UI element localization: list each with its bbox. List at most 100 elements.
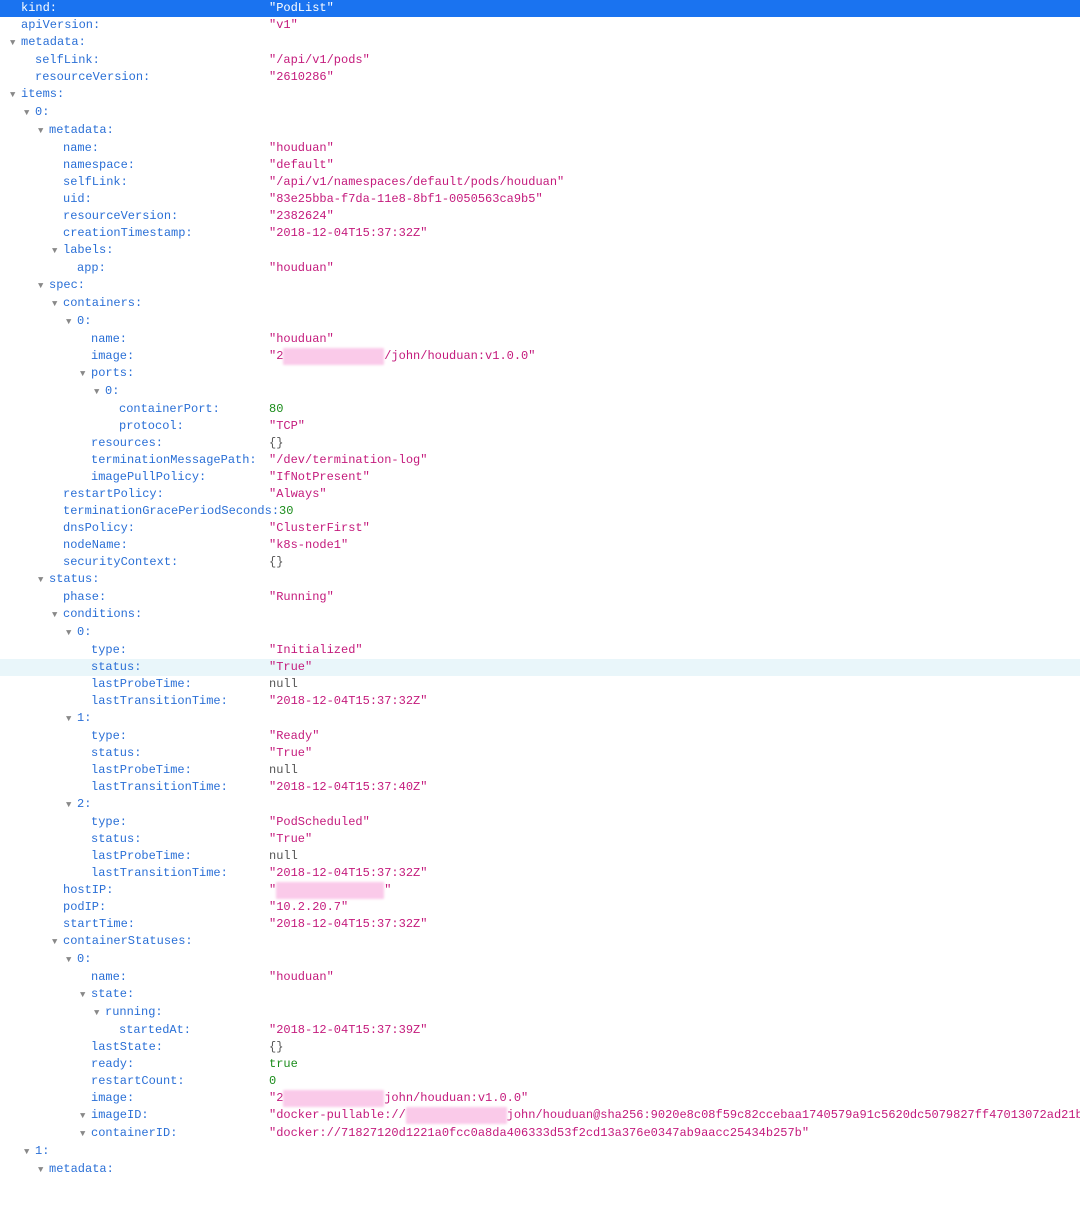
expand-toggle-icon[interactable] bbox=[80, 987, 90, 1004]
tree-row[interactable]: containerPort:80 bbox=[0, 401, 1080, 418]
expand-toggle-icon[interactable] bbox=[80, 1126, 90, 1143]
expand-toggle-icon[interactable] bbox=[10, 87, 20, 104]
tree-row[interactable]: items: bbox=[0, 86, 1080, 104]
tree-row[interactable]: dnsPolicy:"ClusterFirst" bbox=[0, 520, 1080, 537]
tree-row[interactable]: state: bbox=[0, 986, 1080, 1004]
tree-row[interactable]: terminationMessagePath:"/dev/termination… bbox=[0, 452, 1080, 469]
expand-toggle-icon[interactable] bbox=[66, 711, 76, 728]
tree-row[interactable]: type:"Ready" bbox=[0, 728, 1080, 745]
tree-row[interactable]: nodeName:"k8s-node1" bbox=[0, 537, 1080, 554]
tree-row[interactable]: lastTransitionTime:"2018-12-04T15:37:32Z… bbox=[0, 693, 1080, 710]
tree-row[interactable]: protocol:"TCP" bbox=[0, 418, 1080, 435]
value-str: "/api/v1/pods" bbox=[269, 53, 370, 67]
tree-row[interactable]: name:"houduan" bbox=[0, 969, 1080, 986]
tree-row[interactable]: status: bbox=[0, 571, 1080, 589]
expand-toggle-icon[interactable] bbox=[66, 797, 76, 814]
tree-row[interactable]: phase:"Running" bbox=[0, 589, 1080, 606]
tree-row[interactable]: type:"PodScheduled" bbox=[0, 814, 1080, 831]
expand-toggle-icon[interactable] bbox=[38, 123, 48, 140]
tree-row[interactable]: 0: bbox=[0, 383, 1080, 401]
tree-row[interactable]: hostIP:"100.100.100.100" bbox=[0, 882, 1080, 899]
tree-row[interactable]: resources:{} bbox=[0, 435, 1080, 452]
tree-row[interactable]: lastProbeTime:null bbox=[0, 762, 1080, 779]
tree-row[interactable]: kind:"PodList" bbox=[0, 0, 1080, 17]
tree-row[interactable]: ports: bbox=[0, 365, 1080, 383]
tree-row[interactable]: lastTransitionTime:"2018-12-04T15:37:32Z… bbox=[0, 865, 1080, 882]
tree-row[interactable]: startTime:"2018-12-04T15:37:32Z" bbox=[0, 916, 1080, 933]
tree-row[interactable]: restartCount:0 bbox=[0, 1073, 1080, 1090]
expand-toggle-icon[interactable] bbox=[66, 952, 76, 969]
tree-row[interactable]: metadata: bbox=[0, 122, 1080, 140]
expand-toggle-icon[interactable] bbox=[66, 625, 76, 642]
tree-row[interactable]: 0: bbox=[0, 313, 1080, 331]
tree-row[interactable]: restartPolicy:"Always" bbox=[0, 486, 1080, 503]
tree-row[interactable]: running: bbox=[0, 1004, 1080, 1022]
tree-row[interactable]: containerID:"docker://71827120d1221a0fcc… bbox=[0, 1125, 1080, 1143]
tree-row[interactable]: containerStatuses: bbox=[0, 933, 1080, 951]
expand-toggle-icon[interactable] bbox=[52, 934, 62, 951]
tree-row[interactable]: 2: bbox=[0, 796, 1080, 814]
tree-row[interactable]: status:"True" bbox=[0, 831, 1080, 848]
tree-row[interactable]: name:"houduan" bbox=[0, 140, 1080, 157]
tree-row[interactable]: 0: bbox=[0, 104, 1080, 122]
tree-row[interactable]: lastProbeTime:null bbox=[0, 676, 1080, 693]
tree-row[interactable]: 0: bbox=[0, 624, 1080, 642]
expand-toggle-icon[interactable] bbox=[10, 35, 20, 52]
tree-row[interactable]: 1: bbox=[0, 710, 1080, 728]
tree-row[interactable]: app:"houduan" bbox=[0, 260, 1080, 277]
key-column: 1: bbox=[4, 1143, 269, 1161]
tree-row[interactable]: status:"True" bbox=[0, 745, 1080, 762]
key-column: lastProbeTime: bbox=[4, 762, 269, 779]
expand-toggle-icon[interactable] bbox=[38, 278, 48, 295]
expand-toggle-icon[interactable] bbox=[38, 1162, 48, 1179]
value-column: "210.100.100.100john/houduan:v1.0.0" bbox=[269, 1090, 1076, 1107]
expand-toggle-icon[interactable] bbox=[24, 105, 34, 122]
tree-row[interactable]: securityContext:{} bbox=[0, 554, 1080, 571]
tree-row[interactable]: ready:true bbox=[0, 1056, 1080, 1073]
tree-row[interactable]: selfLink:"/api/v1/namespaces/default/pod… bbox=[0, 174, 1080, 191]
key-column: state: bbox=[4, 986, 269, 1004]
expand-toggle-icon[interactable] bbox=[24, 1144, 34, 1161]
tree-row[interactable]: imagePullPolicy:"IfNotPresent" bbox=[0, 469, 1080, 486]
expand-toggle-icon[interactable] bbox=[94, 384, 104, 401]
tree-row[interactable]: creationTimestamp:"2018-12-04T15:37:32Z" bbox=[0, 225, 1080, 242]
expand-toggle-icon[interactable] bbox=[94, 1005, 104, 1022]
tree-row[interactable]: image:"210.100.100.100john/houduan:v1.0.… bbox=[0, 1090, 1080, 1107]
tree-row[interactable]: metadata: bbox=[0, 1161, 1080, 1179]
tree-row[interactable]: name:"houduan" bbox=[0, 331, 1080, 348]
tree-row[interactable]: lastTransitionTime:"2018-12-04T15:37:40Z… bbox=[0, 779, 1080, 796]
tree-row[interactable]: resourceVersion:"2610286" bbox=[0, 69, 1080, 86]
tree-row[interactable]: labels: bbox=[0, 242, 1080, 260]
expand-toggle-icon[interactable] bbox=[52, 296, 62, 313]
expand-toggle-icon[interactable] bbox=[52, 607, 62, 624]
tree-row[interactable]: lastState:{} bbox=[0, 1039, 1080, 1056]
tree-row[interactable]: selfLink:"/api/v1/pods" bbox=[0, 52, 1080, 69]
tree-row[interactable]: spec: bbox=[0, 277, 1080, 295]
tree-row[interactable]: image:"210.100.100.100/john/houduan:v1.0… bbox=[0, 348, 1080, 365]
tree-row[interactable]: namespace:"default" bbox=[0, 157, 1080, 174]
tree-row[interactable]: apiVersion:"v1" bbox=[0, 17, 1080, 34]
expand-toggle-icon[interactable] bbox=[52, 243, 62, 260]
tree-row[interactable]: 0: bbox=[0, 951, 1080, 969]
tree-row[interactable]: startedAt:"2018-12-04T15:37:39Z" bbox=[0, 1022, 1080, 1039]
expand-toggle-icon[interactable] bbox=[80, 1108, 90, 1125]
expand-toggle-icon[interactable] bbox=[80, 366, 90, 383]
tree-row[interactable]: 1: bbox=[0, 1143, 1080, 1161]
tree-row[interactable]: metadata: bbox=[0, 34, 1080, 52]
tree-row[interactable]: terminationGracePeriodSeconds:30 bbox=[0, 503, 1080, 520]
value-column: "2018-12-04T15:37:39Z" bbox=[269, 1022, 1076, 1039]
tree-row[interactable]: imageID:"docker-pullable://10.100.100.10… bbox=[0, 1107, 1080, 1125]
tree-row[interactable]: podIP:"10.2.20.7" bbox=[0, 899, 1080, 916]
tree-row[interactable]: lastProbeTime:null bbox=[0, 848, 1080, 865]
tree-row[interactable]: resourceVersion:"2382624" bbox=[0, 208, 1080, 225]
value-str: "2018-12-04T15:37:40Z" bbox=[269, 780, 427, 794]
tree-row[interactable]: conditions: bbox=[0, 606, 1080, 624]
tree-row[interactable]: type:"Initialized" bbox=[0, 642, 1080, 659]
tree-row[interactable]: uid:"83e25bba-f7da-11e8-8bf1-0050563ca9b… bbox=[0, 191, 1080, 208]
tree-row[interactable]: status:"True" bbox=[0, 659, 1080, 676]
json-tree-viewer[interactable]: kind:"PodList"apiVersion:"v1"metadata:se… bbox=[0, 0, 1080, 1179]
value-string: "100.100.100.100" bbox=[269, 883, 391, 897]
tree-row[interactable]: containers: bbox=[0, 295, 1080, 313]
expand-toggle-icon[interactable] bbox=[66, 314, 76, 331]
expand-toggle-icon[interactable] bbox=[38, 572, 48, 589]
